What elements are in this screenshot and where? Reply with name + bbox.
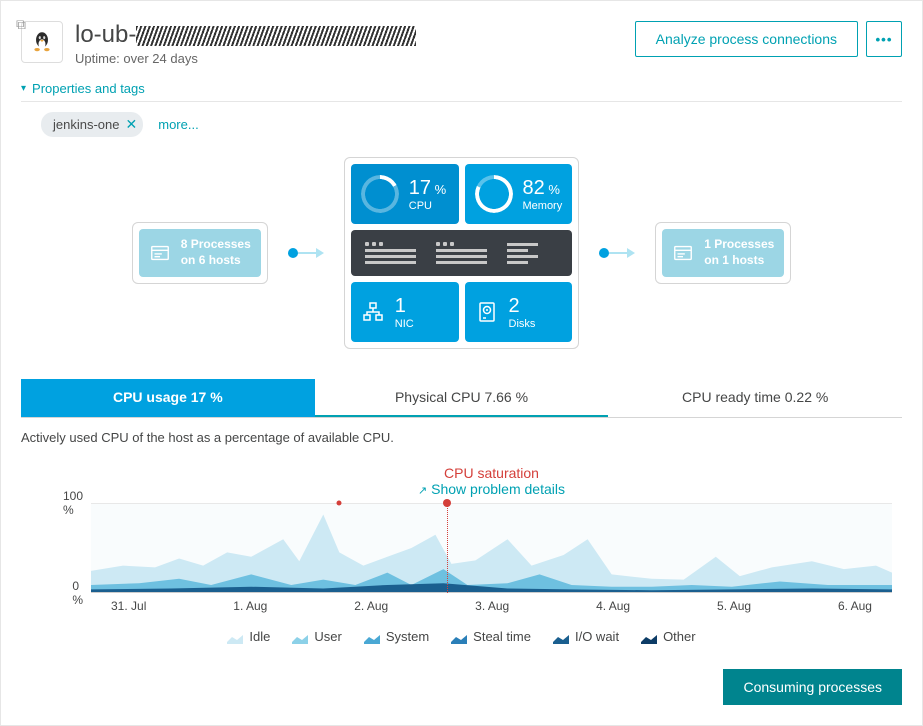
tag-pill[interactable]: jenkins-one ✕ <box>41 112 143 137</box>
tag-remove-icon[interactable]: ✕ <box>126 116 138 133</box>
tab-physical-cpu[interactable]: Physical CPU 7.66 % <box>315 379 609 417</box>
tab-description: Actively used CPU of the host as a perce… <box>21 430 902 445</box>
analyze-process-connections-button[interactable]: Analyze process connections <box>635 21 858 57</box>
x-axis: 31. Jul 1. Aug 2. Aug 3. Aug 4. Aug 5. A… <box>91 599 892 613</box>
cpu-tile[interactable]: 17 %CPU <box>351 164 459 224</box>
processes-icon <box>149 242 171 264</box>
cpu-usage-chart[interactable]: 100 % 0 % 31. Jul 1. Aug 2. Aug 3. Aug 4… <box>91 503 892 613</box>
disk-icon <box>475 300 499 324</box>
host-tiles: 17 %CPU 82 %Memory 1NIC 2Disks <box>344 157 579 349</box>
more-tags-link[interactable]: more... <box>158 117 198 132</box>
incoming-processes-card[interactable]: 8 Processeson 6 hosts <box>132 222 268 283</box>
legend-system[interactable]: System <box>364 629 429 644</box>
chevron-down-icon: ▾ <box>21 83 26 94</box>
legend-steal[interactable]: Steal time <box>451 629 531 644</box>
x-tick: 3. Aug <box>475 599 509 613</box>
x-tick: 4. Aug <box>596 599 630 613</box>
consuming-processes-button[interactable]: Consuming processes <box>723 669 902 705</box>
legend-other[interactable]: Other <box>641 629 696 644</box>
external-link-icon: ↗ <box>418 485 427 497</box>
properties-and-tags-toggle[interactable]: ▾ Properties and tags <box>21 81 902 96</box>
legend-user[interactable]: User <box>292 629 341 644</box>
problem-annotation: CPU saturation ↗ Show problem details <box>81 465 902 497</box>
x-tick: 31. Jul <box>111 599 146 613</box>
legend-io[interactable]: I/O wait <box>553 629 619 644</box>
event-marker-dot[interactable] <box>443 499 451 507</box>
more-menu-button[interactable]: ••• <box>866 21 902 57</box>
linux-penguin-icon <box>29 29 55 55</box>
connector-arrow <box>599 248 635 258</box>
show-problem-details-link[interactable]: ↗ Show problem details <box>81 481 902 497</box>
stack-icon: ⧉ <box>16 16 26 33</box>
cpu-donut-icon <box>361 175 399 213</box>
x-tick: 5. Aug <box>717 599 751 613</box>
disks-tile[interactable]: 2Disks <box>465 282 573 342</box>
memory-tile[interactable]: 82 %Memory <box>465 164 573 224</box>
x-tick: 2. Aug <box>354 599 388 613</box>
event-marker-dot-secondary[interactable] <box>337 501 342 506</box>
memory-donut-icon <box>475 175 513 213</box>
chart-legend: Idle User System Steal time I/O wait Oth… <box>21 629 902 644</box>
connector-arrow <box>288 248 324 258</box>
host-icon: ⧉ <box>21 21 63 63</box>
problem-title: CPU saturation <box>81 465 902 481</box>
tab-cpu-ready[interactable]: CPU ready time 0.22 % <box>608 379 902 417</box>
divider <box>21 101 902 102</box>
outgoing-processes-card[interactable]: 1 Processeson 1 hosts <box>655 222 791 283</box>
server-graphic <box>351 230 572 276</box>
nic-tile[interactable]: 1NIC <box>351 282 459 342</box>
x-tick: 1. Aug <box>233 599 267 613</box>
processes-icon <box>672 242 694 264</box>
page-title: lo-ub- <box>75 21 416 49</box>
y-tick-0: 0 % <box>72 579 91 607</box>
event-marker-line <box>447 503 448 593</box>
x-tick: 6. Aug <box>838 599 872 613</box>
uptime-text: Uptime: over 24 days <box>75 51 416 66</box>
tag-label: jenkins-one <box>53 117 120 132</box>
metric-tabs: CPU usage 17 % Physical CPU 7.66 % CPU r… <box>21 379 902 418</box>
nic-icon <box>361 300 385 324</box>
title-obfuscated <box>136 26 416 46</box>
tab-cpu-usage[interactable]: CPU usage 17 % <box>21 379 315 417</box>
y-tick-100: 100 % <box>63 489 91 517</box>
legend-idle[interactable]: Idle <box>227 629 270 644</box>
